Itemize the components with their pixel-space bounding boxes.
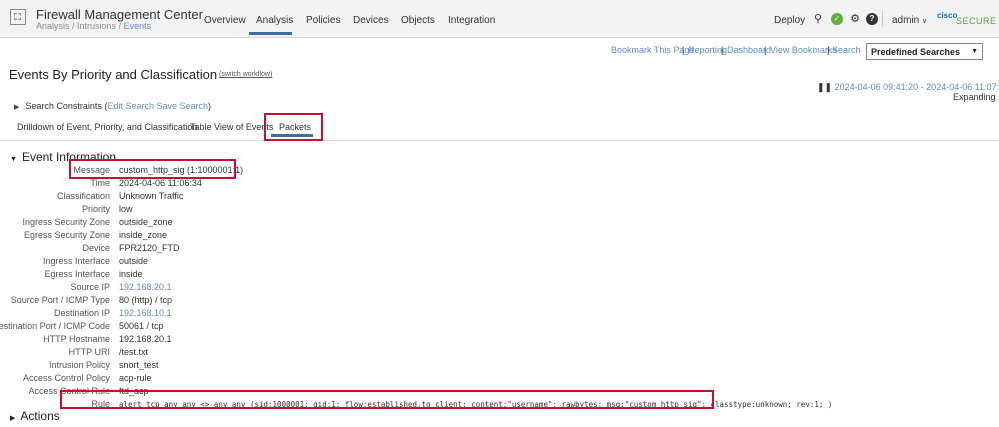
source-ip-link[interactable]: 192.168.20.1 [119, 282, 172, 292]
field-label: Access Control Policy [22, 373, 110, 383]
nav-analysis[interactable]: Analysis [256, 15, 293, 26]
time-value: 2024-04-06 11:06:34 [119, 178, 202, 188]
breadcrumb-events[interactable]: Events [124, 21, 152, 31]
secure-brand: SECURE [956, 16, 997, 26]
field-label: Ingress Interface [42, 256, 110, 266]
access-control-policy-value: acp-rule [119, 373, 152, 383]
app-title: Firewall Management Center [36, 7, 203, 22]
deploy-button[interactable]: Deploy [774, 15, 805, 26]
toolbar-separator: | [827, 45, 830, 55]
tab-table-view[interactable]: Table View of Events [190, 122, 273, 132]
collapse-triangle-icon: ▼ [10, 156, 17, 163]
field-label: Egress Security Zone [23, 230, 110, 240]
actions-title: Actions [20, 409, 60, 423]
toolbar-separator: | [764, 45, 767, 55]
intrusion-policy-value: snort_test [119, 360, 159, 370]
classification-value: Unknown Traffic [119, 191, 184, 201]
breadcrumb-separator: / [116, 21, 124, 31]
http-hostname-value: 192.168.20.1 [119, 334, 172, 344]
predefined-searches-select[interactable]: Predefined Searches ▼ [866, 43, 983, 60]
device-value: FPR2120_FTD [119, 243, 180, 253]
breadcrumb: Analysis / Intrusions / Events [36, 21, 151, 31]
expand-triangle-icon[interactable]: ▶ [14, 104, 19, 111]
egress-zone-value: inside_zone [119, 230, 168, 240]
search-constraints: ▶ Search Constraints (Edit Search Save Se… [14, 101, 211, 111]
header-divider [882, 11, 883, 27]
breadcrumb-analysis[interactable]: Analysis [36, 21, 70, 31]
help-icon[interactable]: ? [866, 13, 878, 25]
field-label: Time [90, 178, 110, 188]
chevron-down-icon: ∨ [922, 18, 928, 25]
field-label: Source Port / ICMP Type [10, 295, 110, 305]
breadcrumb-separator: / [69, 21, 78, 31]
nav-active-indicator [249, 32, 292, 35]
field-label: HTTP URI [68, 347, 110, 357]
status-ok-icon[interactable]: ✓ [831, 13, 843, 25]
tab-divider [0, 140, 999, 141]
field-label: Source IP [70, 282, 110, 292]
search-link[interactable]: Search [832, 45, 861, 55]
toolbar-separator: | [682, 45, 685, 55]
field-label: Egress Interface [44, 269, 110, 279]
search-constraints-close: ) [208, 101, 212, 111]
field-label: HTTP Hostname [43, 334, 110, 344]
save-search-link[interactable]: Save Search [156, 101, 208, 111]
egress-interface-value: inside [119, 269, 143, 279]
dropdown-arrow-icon: ▼ [971, 48, 978, 55]
ingress-interface-value: outside [119, 256, 149, 266]
pause-icon[interactable]: ❚❚ [817, 82, 832, 92]
field-label: Ingress Security Zone [22, 217, 110, 227]
http-uri-value: /test.txt [119, 347, 149, 357]
nav-overview[interactable]: Overview [204, 15, 246, 26]
user-menu[interactable]: admin ∨ [892, 15, 927, 26]
nav-integration[interactable]: Integration [448, 15, 495, 26]
toolbar-separator: | [721, 45, 724, 55]
source-port-value: 80 (http) / tcp [119, 295, 173, 305]
field-label: Destination IP [53, 308, 110, 318]
ingress-zone-value: outside_zone [119, 217, 173, 227]
fmc-logo-icon [10, 9, 26, 25]
destination-port-value: 50061 / tcp [119, 321, 164, 331]
tab-drilldown[interactable]: Drilldown of Event, Priority, and Classi… [17, 122, 197, 132]
highlight-message-row [69, 159, 236, 179]
search-icon[interactable]: ⚲ [812, 13, 824, 25]
field-label: Intrusion Policy [48, 360, 110, 370]
breadcrumb-intrusions[interactable]: Intrusions [77, 21, 116, 31]
destination-ip-link[interactable]: 192.168.10.1 [119, 308, 172, 318]
page-title: Events By Priority and Classification [9, 67, 218, 82]
top-header: Firewall Management Center Analysis / In… [0, 0, 999, 38]
field-label: Destination Port / ICMP Code [0, 321, 110, 331]
time-range-value[interactable]: 2024-04-06 09:41:20 - 2024-04-06 11:07:1… [835, 82, 999, 92]
priority-value: low [119, 204, 133, 214]
nav-objects[interactable]: Objects [401, 15, 435, 26]
field-label: Device [82, 243, 110, 253]
expand-triangle-icon: ▶ [10, 415, 16, 422]
highlight-rule-row [60, 390, 714, 409]
nav-devices[interactable]: Devices [353, 15, 389, 26]
cisco-logo: cisco [937, 11, 958, 20]
gear-icon[interactable]: ⚙ [849, 13, 861, 25]
actions-header[interactable]: ▶ Actions [10, 409, 60, 423]
user-name: admin [892, 15, 920, 26]
field-label: Classification [56, 191, 110, 201]
predefined-searches-label: Predefined Searches [871, 47, 961, 57]
highlight-packets-tab [264, 113, 323, 141]
switch-workflow-link[interactable]: (switch workflow) [219, 71, 272, 78]
edit-search-link[interactable]: Edit Search [107, 101, 154, 111]
expanding-label: Expanding [953, 92, 996, 102]
nav-policies[interactable]: Policies [306, 15, 340, 26]
search-constraints-label: Search Constraints ( [25, 101, 108, 111]
field-label: Priority [81, 204, 110, 214]
